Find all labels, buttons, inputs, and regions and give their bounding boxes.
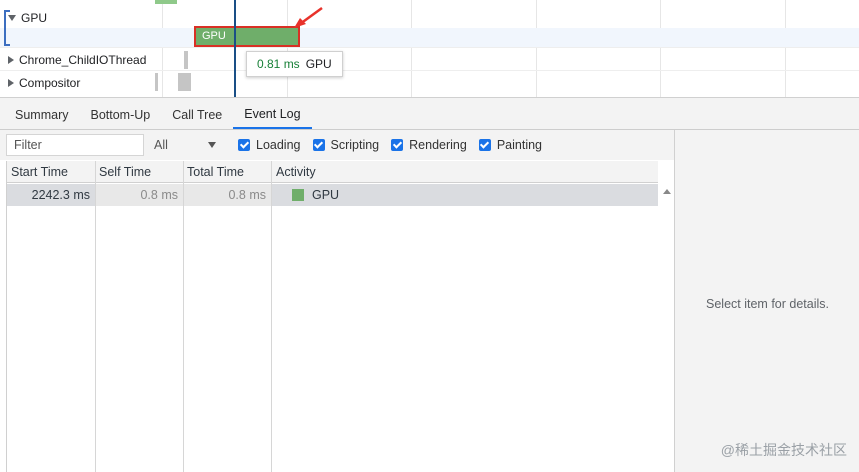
cell-activity: GPU	[272, 184, 652, 206]
tab-summary[interactable]: Summary	[4, 101, 79, 129]
expand-triangle-icon[interactable]	[8, 15, 16, 21]
event-bar[interactable]	[178, 73, 191, 91]
cell-total-time: 0.8 ms	[184, 184, 271, 206]
column-header-self-time[interactable]: Self Time	[95, 161, 183, 183]
tab-bottom-up[interactable]: Bottom-Up	[79, 101, 161, 129]
table-row[interactable]: 2242.3 ms 0.8 ms 0.8 ms GPU	[7, 184, 658, 206]
column-header-start-time[interactable]: Start Time	[7, 161, 95, 183]
gridline	[162, 0, 163, 97]
gridline	[536, 0, 537, 97]
loading-checkbox[interactable]: Loading	[238, 138, 301, 152]
painting-checkbox[interactable]: Painting	[478, 138, 543, 152]
table-header: Start Time Self Time Total Time Activity	[7, 161, 658, 183]
column-header-total-time[interactable]: Total Time	[183, 161, 271, 183]
scroll-up-arrow-icon[interactable]	[663, 189, 671, 194]
track-label: Chrome_ChildIOThread	[19, 53, 147, 67]
checkbox-label: Painting	[496, 138, 543, 152]
track-separator	[0, 70, 859, 71]
category-color-swatch	[292, 188, 304, 201]
details-placeholder: Select item for details.	[706, 297, 829, 311]
event-bar[interactable]	[155, 0, 177, 4]
column-divider[interactable]	[95, 161, 96, 472]
checkbox-label: Loading	[256, 138, 301, 152]
tab-call-tree[interactable]: Call Tree	[161, 101, 233, 129]
checkbox-checked-icon[interactable]	[238, 139, 250, 151]
table-scrollbar[interactable]	[658, 184, 675, 472]
column-divider[interactable]	[183, 161, 184, 472]
column-divider[interactable]	[271, 161, 272, 472]
flame-chart[interactable]: GPU Chrome_ChildIOThread Compositor GPU …	[0, 0, 859, 97]
time-cursor	[234, 0, 236, 97]
watermark: @稀土掘金技术社区	[720, 442, 847, 458]
track-label: GPU	[21, 11, 48, 25]
track-header-compositor[interactable]: Compositor	[8, 76, 80, 90]
track-separator	[0, 47, 859, 48]
gridline	[785, 0, 786, 97]
tooltip-duration: 0.81 ms	[257, 57, 300, 71]
cell-start-time: 2242.3 ms	[31, 188, 90, 202]
cell-self-time: 0.8 ms	[95, 184, 183, 206]
event-log-toolbar: All Loading Scripting Rendering Painting	[0, 130, 674, 160]
rendering-checkbox[interactable]: Rendering	[391, 138, 467, 152]
track-label: Compositor	[19, 76, 81, 90]
event-tooltip: 0.81 ms GPU	[246, 51, 343, 77]
gridline	[411, 0, 412, 97]
column-header-activity[interactable]: Activity	[272, 161, 652, 183]
tooltip-name: GPU	[305, 57, 332, 71]
filter-input[interactable]	[6, 134, 144, 156]
event-bar[interactable]	[184, 51, 188, 69]
gpu-track-background	[0, 28, 859, 47]
event-log-table: Start Time Self Time Total Time Activity…	[6, 161, 675, 472]
gpu-event-bar[interactable]: GPU	[194, 26, 300, 47]
checkbox-label: Scripting	[330, 138, 380, 152]
checkbox-checked-icon[interactable]	[391, 139, 404, 151]
collapse-triangle-icon[interactable]	[8, 56, 14, 64]
track-header-chrome-childiothread[interactable]: Chrome_ChildIOThread	[8, 53, 146, 67]
details-tabbar: Summary Bottom-Up Call Tree Event Log	[0, 101, 859, 130]
chevron-down-icon	[208, 142, 216, 148]
track-header-gpu[interactable]: GPU	[8, 11, 47, 25]
gridline	[287, 0, 288, 97]
gridline	[660, 0, 661, 97]
scripting-checkbox[interactable]: Scripting	[312, 138, 380, 152]
activity-name: GPU	[312, 188, 340, 202]
annotation-arrow-icon	[294, 6, 323, 28]
tab-event-log[interactable]: Event Log	[233, 101, 312, 129]
collapse-triangle-icon[interactable]	[8, 79, 14, 87]
event-bar[interactable]	[155, 73, 158, 91]
checkbox-checked-icon[interactable]	[478, 139, 491, 151]
details-pane: Select item for details.	[674, 130, 859, 472]
checkbox-label: Rendering	[409, 138, 467, 152]
duration-filter-select[interactable]: All	[154, 138, 220, 152]
checkbox-checked-icon[interactable]	[312, 139, 325, 151]
duration-filter-value: All	[154, 138, 168, 152]
